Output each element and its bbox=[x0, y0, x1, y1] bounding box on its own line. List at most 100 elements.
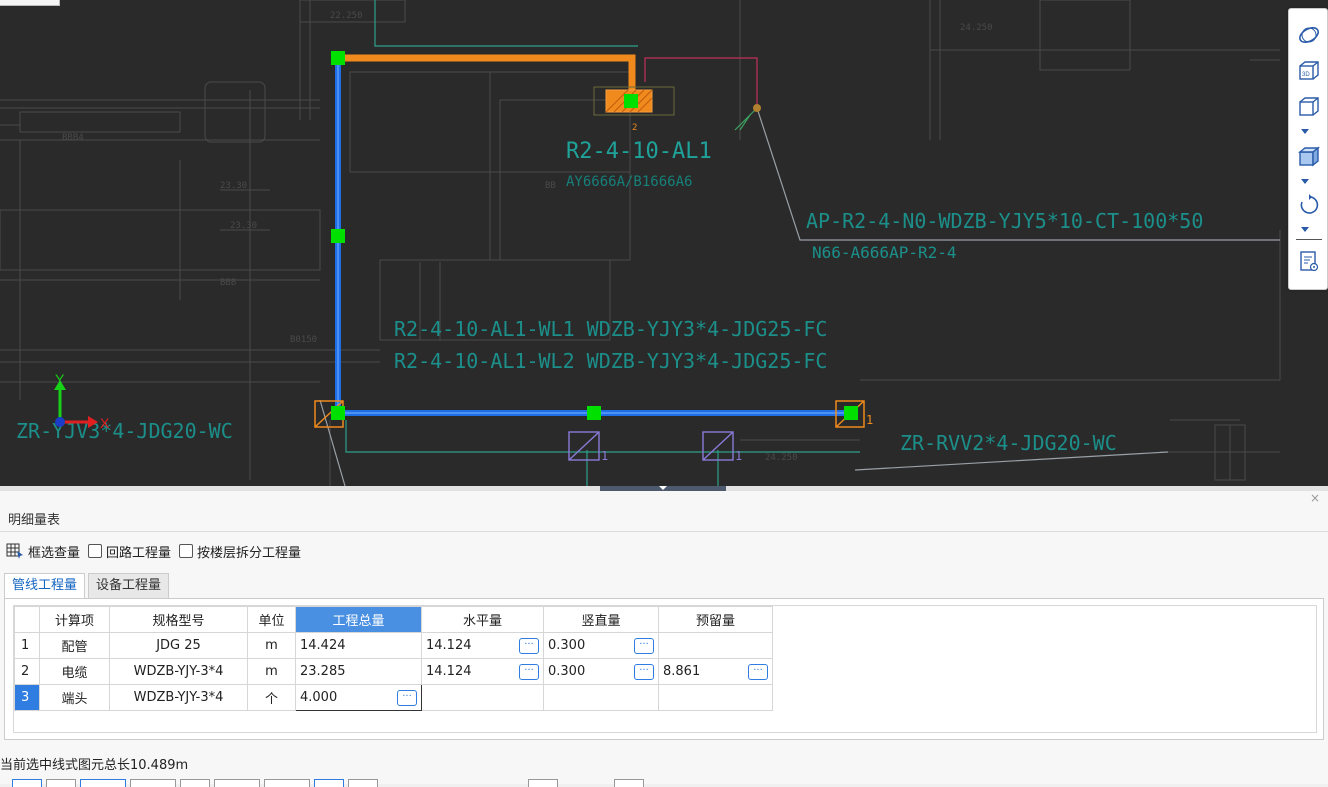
node-label-1a: 1 bbox=[866, 413, 873, 427]
svg-text:3D: 3D bbox=[1302, 72, 1310, 78]
column-header[interactable]: 工程总量 bbox=[295, 606, 422, 633]
column-header[interactable]: 预留量 bbox=[658, 606, 773, 633]
node-label-1c: 1 bbox=[735, 449, 742, 463]
node-label-2: 2 bbox=[632, 123, 637, 133]
horizontal-cell[interactable]: 14.124 ··· bbox=[421, 658, 544, 685]
svg-text:BBB4: BBB4 bbox=[62, 133, 84, 143]
column-header[interactable]: 计算项 bbox=[39, 606, 110, 633]
qty-tabs: 管线工程量 设备工程量 bbox=[4, 573, 172, 599]
vertical-value: 0.300 bbox=[548, 664, 586, 679]
item-cell[interactable]: 配管 bbox=[39, 632, 110, 659]
table-row[interactable]: 2 电缆 WDZB-YJY-3*4 m 23.285 14.124 ··· 0.3… bbox=[14, 658, 773, 685]
svg-text:22.250: 22.250 bbox=[330, 11, 363, 21]
unit-cell[interactable]: 个 bbox=[247, 684, 296, 711]
svg-text:23.30: 23.30 bbox=[220, 181, 247, 191]
status-text: 当前选中线式图元总长10.489m bbox=[0, 758, 189, 773]
svg-text:24.250: 24.250 bbox=[765, 453, 798, 463]
display-settings-icon[interactable] bbox=[1297, 249, 1321, 273]
ucs-axis-icon: Y X bbox=[54, 371, 110, 431]
total-cell[interactable]: 23.285 bbox=[295, 658, 422, 685]
vertical-cell[interactable]: 0.300 ··· bbox=[543, 632, 659, 659]
more-icon[interactable]: ··· bbox=[519, 637, 539, 654]
vertical-cell[interactable]: 0.300 ··· bbox=[543, 658, 659, 685]
bottom-toolbar bbox=[0, 777, 1328, 787]
axis-y-label: Y bbox=[55, 371, 65, 387]
panel-title: 明细量表 bbox=[8, 513, 61, 528]
tab-equipment-qty[interactable]: 设备工程量 bbox=[88, 573, 170, 599]
wl2-label: R2-4-10-AL1-WL2 WDZB-YJY3*4-JDG25-FC bbox=[394, 349, 827, 373]
spec-cell[interactable]: WDZB-YJY-3*4 bbox=[109, 658, 248, 685]
ap-sub-label: N66-A666AP-R2-4 bbox=[812, 243, 957, 262]
item-cell[interactable]: 端头 bbox=[39, 684, 110, 711]
reserve-cell[interactable] bbox=[658, 632, 773, 659]
vertical-cell[interactable] bbox=[543, 684, 659, 711]
svg-text:24.250: 24.250 bbox=[960, 23, 993, 33]
horizontal-cell[interactable]: 14.124 ··· bbox=[421, 632, 544, 659]
node-label-1b: 1 bbox=[601, 449, 608, 463]
reserve-value: 8.861 bbox=[663, 664, 701, 679]
column-header[interactable]: 规格型号 bbox=[109, 606, 248, 633]
svg-text:BB: BB bbox=[545, 181, 556, 191]
axis-x-label: X bbox=[100, 415, 110, 431]
wl1-label: R2-4-10-AL1-WL1 WDZB-YJY3*4-JDG25-FC bbox=[394, 317, 827, 341]
column-header[interactable]: 水平量 bbox=[421, 606, 544, 633]
row-number-header bbox=[14, 606, 40, 633]
panel-name-label: R2-4-10-AL1 bbox=[566, 139, 712, 164]
split-by-floor-checkbox[interactable] bbox=[179, 544, 194, 558]
more-icon[interactable]: ··· bbox=[634, 663, 654, 680]
cad-drawing[interactable]: 22.250 BBB4 23.30 23.30 BBB BB 24.250 24… bbox=[0, 0, 1328, 486]
tab-pipeline-qty[interactable]: 管线工程量 bbox=[4, 573, 86, 599]
3d-view-icon[interactable]: 3D bbox=[1297, 59, 1321, 83]
box-solid-dropdown-icon[interactable] bbox=[1301, 179, 1309, 184]
reserve-cell[interactable]: 8.861 ··· bbox=[658, 658, 773, 685]
svg-text:B0150: B0150 bbox=[290, 335, 317, 345]
total-cell[interactable]: 4.000 ··· bbox=[295, 684, 422, 711]
item-cell[interactable]: 电缆 bbox=[39, 658, 110, 685]
frame-select-button[interactable]: 框选查量 bbox=[28, 542, 80, 561]
box-view-icon[interactable] bbox=[1297, 95, 1321, 119]
row-number[interactable]: 2 bbox=[14, 658, 40, 685]
table-row[interactable]: 3 端头 WDZB-YJY-3*4 个 4.000 ··· bbox=[14, 684, 773, 711]
split-by-floor-label: 按楼层拆分工程量 bbox=[197, 545, 302, 561]
view-toolbar: 3D bbox=[1288, 8, 1328, 290]
more-icon[interactable]: ··· bbox=[748, 663, 768, 680]
frame-select-icon[interactable] bbox=[6, 543, 24, 559]
horizontal-cell[interactable] bbox=[421, 684, 544, 711]
unit-cell[interactable]: m bbox=[247, 658, 296, 685]
loop-qty-label: 回路工程量 bbox=[106, 545, 172, 561]
unit-cell[interactable]: m bbox=[247, 632, 296, 659]
svg-text:BBB: BBB bbox=[220, 278, 236, 288]
box-view-dropdown-icon[interactable] bbox=[1301, 129, 1309, 134]
qty-grid: 计算项 规格型号 单位 工程总量 水平量 竖直量 预留量 1 配管 JDG 25 bbox=[13, 605, 1317, 733]
close-icon[interactable]: × bbox=[1310, 491, 1320, 505]
quantity-detail-panel: × 明细量表 框选查量 回路工程量 按楼层拆分工程量 管线工程量 设备工程量 计… bbox=[0, 491, 1328, 787]
more-icon[interactable]: ··· bbox=[397, 689, 417, 706]
table-row[interactable]: 1 配管 JDG 25 m 14.424 14.124 ··· 0.300 ··· bbox=[14, 632, 773, 659]
loop-qty-checkbox[interactable] bbox=[88, 544, 103, 558]
zr-left-label: ZR-YJV3*4-JDG20-WC bbox=[16, 419, 233, 443]
zr-right-label: ZR-RVV2*4-JDG20-WC bbox=[900, 431, 1117, 455]
orbit-icon[interactable] bbox=[1297, 23, 1321, 47]
column-header[interactable]: 单位 bbox=[247, 606, 296, 633]
drawing-canvas[interactable]: 22.250 BBB4 23.30 23.30 BBB BB 24.250 24… bbox=[0, 0, 1328, 486]
horizontal-value: 14.124 bbox=[426, 638, 472, 653]
vertical-value: 0.300 bbox=[548, 638, 586, 653]
svg-text:23.30: 23.30 bbox=[230, 221, 257, 231]
rotate-dropdown-icon[interactable] bbox=[1301, 227, 1309, 232]
panel-sub-label: AY6666A/B1666A6 bbox=[566, 174, 692, 190]
reserve-cell[interactable] bbox=[658, 684, 773, 711]
more-icon[interactable]: ··· bbox=[634, 637, 654, 654]
spec-cell[interactable]: JDG 25 bbox=[109, 632, 248, 659]
column-header[interactable]: 竖直量 bbox=[543, 606, 659, 633]
row-number[interactable]: 3 bbox=[14, 684, 40, 711]
rotate-icon[interactable] bbox=[1297, 193, 1321, 217]
row-number[interactable]: 1 bbox=[14, 632, 40, 659]
more-icon[interactable]: ··· bbox=[519, 663, 539, 680]
options-bar: 框选查量 回路工程量 按楼层拆分工程量 bbox=[6, 541, 309, 561]
ap-cable-label: AP-R2-4-N0-WDZB-YJY5*10-CT-100*50 bbox=[806, 209, 1203, 233]
total-cell[interactable]: 14.424 bbox=[295, 632, 422, 659]
spec-cell[interactable]: WDZB-YJY-3*4 bbox=[109, 684, 248, 711]
tab-content: 计算项 规格型号 单位 工程总量 水平量 竖直量 预留量 1 配管 JDG 25 bbox=[4, 598, 1324, 740]
box-solid-icon[interactable] bbox=[1297, 145, 1321, 169]
total-value: 4.000 bbox=[300, 690, 338, 705]
